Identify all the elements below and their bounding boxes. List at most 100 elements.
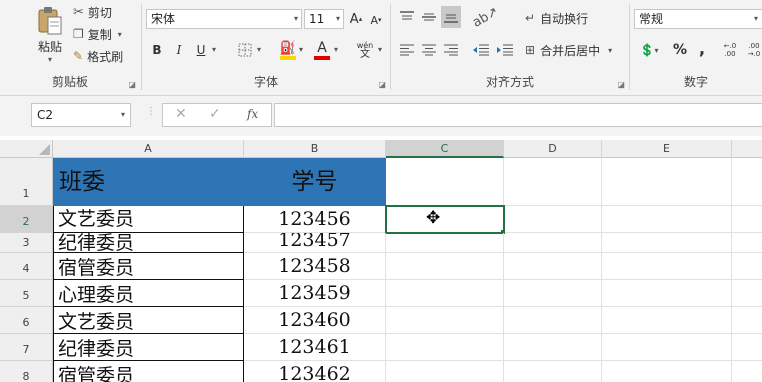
font-name-combo[interactable]: 宋体 ▾: [146, 9, 302, 29]
cell-d8[interactable]: [504, 361, 602, 382]
name-box[interactable]: C2 ▾: [31, 103, 131, 127]
cell-d6[interactable]: [504, 307, 602, 334]
cell-f3[interactable]: [732, 233, 762, 253]
cell-c1[interactable]: [386, 158, 504, 206]
row-header-7[interactable]: 7: [0, 334, 53, 361]
cell-e8[interactable]: [602, 361, 732, 382]
fill-color-button[interactable]: ⛽: [278, 38, 298, 62]
cell-a1[interactable]: 班委: [53, 158, 244, 206]
align-bottom-button[interactable]: [441, 6, 461, 28]
borders-button[interactable]: [234, 40, 256, 60]
cell-b8[interactable]: 123462: [244, 361, 386, 382]
cell-c6[interactable]: [386, 307, 504, 334]
cell-a3[interactable]: 纪律委员: [53, 233, 244, 253]
cell-d2[interactable]: [505, 206, 602, 233]
row-header-3[interactable]: 3: [0, 233, 53, 253]
percent-button[interactable]: %: [670, 40, 690, 60]
shrink-font-button[interactable]: A ▾: [368, 12, 384, 28]
row-header-8[interactable]: 8: [0, 361, 53, 382]
cell-c7[interactable]: [386, 334, 504, 361]
cell-c4[interactable]: [386, 253, 504, 280]
accounting-format-button[interactable]: 💲 ▾: [636, 40, 662, 60]
cell-e1[interactable]: [602, 158, 732, 206]
cell-b3[interactable]: 123457: [244, 233, 386, 253]
row-header-2[interactable]: 2: [0, 206, 53, 233]
cell-d5[interactable]: [504, 280, 602, 307]
cell-b4[interactable]: 123458: [244, 253, 386, 280]
increase-indent-button[interactable]: [495, 40, 515, 60]
chevron-down-icon[interactable]: ▾: [378, 45, 382, 54]
cell-a6[interactable]: 文艺委员: [53, 307, 244, 334]
cell-d1[interactable]: [504, 158, 602, 206]
cell-a8[interactable]: 宿管委员: [53, 361, 244, 382]
cell-f7[interactable]: [732, 334, 762, 361]
font-color-button[interactable]: A: [312, 38, 332, 62]
cell-e5[interactable]: [602, 280, 732, 307]
column-header-b[interactable]: B: [244, 140, 386, 158]
align-center-button[interactable]: [419, 40, 439, 60]
cell-d7[interactable]: [504, 334, 602, 361]
grow-font-button[interactable]: A ▴: [348, 10, 364, 28]
cell-d3[interactable]: [504, 233, 602, 253]
cell-c2[interactable]: ✥: [385, 205, 505, 234]
comma-style-button[interactable]: ,: [694, 38, 710, 58]
cell-f6[interactable]: [732, 307, 762, 334]
cell-b6[interactable]: 123460: [244, 307, 386, 334]
row-header-5[interactable]: 5: [0, 280, 53, 307]
cancel-icon[interactable]: ✕: [175, 106, 187, 122]
insert-function-icon[interactable]: fx: [247, 107, 258, 121]
column-header-f[interactable]: [732, 140, 762, 158]
row-header-4[interactable]: 4: [0, 253, 53, 280]
copy-button[interactable]: ❐ 复制 ▾: [73, 25, 122, 43]
underline-button[interactable]: U: [192, 40, 210, 60]
cell-e3[interactable]: [602, 233, 732, 253]
cell-c3[interactable]: [386, 233, 504, 253]
orientation-button[interactable]: ab↗: [471, 4, 502, 31]
cell-b1[interactable]: 学号: [244, 158, 386, 206]
cell-e2[interactable]: [602, 206, 732, 233]
bold-button[interactable]: B: [148, 40, 166, 60]
cell-a7[interactable]: 纪律委员: [53, 334, 244, 361]
row-header-6[interactable]: 6: [0, 307, 53, 334]
cell-a4[interactable]: 宿管委员: [53, 253, 244, 280]
dialog-launcher-icon[interactable]: ◪: [128, 80, 136, 89]
paste-button[interactable]: 粘贴 ▾: [32, 4, 68, 66]
cell-b5[interactable]: 123459: [244, 280, 386, 307]
cut-button[interactable]: ✂ 剪切: [73, 3, 112, 21]
cell-a2[interactable]: 文艺委员: [53, 206, 244, 233]
formula-input[interactable]: [274, 103, 762, 127]
enter-icon[interactable]: ✓: [209, 106, 221, 122]
wrap-text-button[interactable]: ↵ 自动换行: [525, 8, 588, 28]
cell-b2[interactable]: 123456: [244, 206, 386, 233]
align-top-button[interactable]: [397, 6, 417, 28]
cell-f5[interactable]: [732, 280, 762, 307]
increase-decimal-button[interactable]: ←.0.00: [720, 40, 740, 60]
cell-c5[interactable]: [386, 280, 504, 307]
merge-center-button[interactable]: ⊞ 合并后居中 ▾: [525, 40, 612, 60]
cell-e6[interactable]: [602, 307, 732, 334]
decrease-indent-button[interactable]: [471, 40, 491, 60]
align-middle-button[interactable]: [419, 6, 439, 28]
cell-d4[interactable]: [504, 253, 602, 280]
cell-a5[interactable]: 心理委员: [53, 280, 244, 307]
decrease-decimal-button[interactable]: .00 →.0: [744, 40, 762, 60]
number-format-combo[interactable]: 常规 ▾: [634, 9, 762, 29]
cell-f4[interactable]: [732, 253, 762, 280]
dialog-launcher-icon[interactable]: ◪: [378, 80, 386, 89]
select-all-corner[interactable]: [0, 140, 53, 158]
align-right-button[interactable]: [441, 40, 461, 60]
column-header-a[interactable]: A: [53, 140, 244, 158]
align-left-button[interactable]: [397, 40, 417, 60]
cell-c8[interactable]: [386, 361, 504, 382]
cell-f8[interactable]: [732, 361, 762, 382]
cell-f1[interactable]: [732, 158, 762, 206]
column-header-d[interactable]: D: [504, 140, 602, 158]
column-header-c[interactable]: C: [386, 140, 504, 158]
chevron-down-icon[interactable]: ▾: [212, 45, 216, 54]
cell-f2[interactable]: [732, 206, 762, 233]
format-painter-button[interactable]: ✎ 格式刷: [73, 47, 123, 65]
row-header-1[interactable]: 1: [0, 158, 53, 206]
cell-b7[interactable]: 123461: [244, 334, 386, 361]
chevron-down-icon[interactable]: ▾: [257, 45, 261, 54]
italic-button[interactable]: I: [170, 40, 188, 60]
